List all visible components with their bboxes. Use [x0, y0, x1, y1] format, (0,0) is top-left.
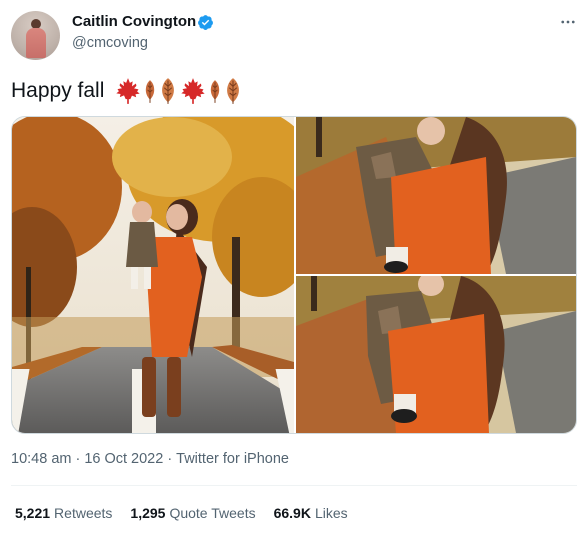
tweet-date[interactable]: 16 Oct 2022: [84, 451, 163, 467]
divider: [11, 485, 577, 486]
maple-leaf-icon: [116, 78, 141, 104]
tweet-media-grid: [11, 116, 577, 434]
likes-stat[interactable]: 66.9K Likes: [274, 505, 348, 521]
author-name[interactable]: Caitlin Covington: [72, 13, 196, 30]
fallen-leaf-icon: [211, 80, 220, 103]
tweet-emojis: [114, 77, 243, 105]
fallen-leaf-icon: [227, 78, 240, 104]
photo-2-image: [296, 117, 576, 274]
tweet-meta: 10:48 am · 16 Oct 2022 · Twitter for iPh…: [11, 451, 289, 467]
retweets-stat[interactable]: 5,221 Retweets: [15, 505, 112, 521]
tweet-time[interactable]: 10:48 am: [11, 451, 71, 467]
more-horizontal-icon: [561, 20, 575, 24]
meta-separator: ·: [75, 451, 81, 467]
retweets-label: Retweets: [54, 505, 113, 521]
tweet-source[interactable]: Twitter for iPhone: [176, 451, 289, 467]
quote-tweets-count: 1,295: [130, 505, 166, 521]
likes-label: Likes: [314, 505, 348, 521]
more-options-button[interactable]: [558, 12, 578, 32]
fallen-leaf-icon: [162, 78, 175, 104]
retweets-count: 5,221: [15, 505, 51, 521]
tweet-photo-2[interactable]: [296, 117, 576, 274]
photo-1-image: [12, 117, 294, 433]
likes-count: 66.9K: [273, 505, 311, 521]
quote-tweets-stat[interactable]: 1,295 Quote Tweets: [130, 505, 255, 521]
tweet-photo-3[interactable]: [296, 276, 576, 433]
tweet-stats: 5,221 Retweets 1,295 Quote Tweets 66.9K …: [15, 505, 348, 521]
author-handle[interactable]: @cmcoving: [72, 35, 148, 51]
tweet-text: Happy fall: [11, 76, 243, 106]
maple-leaf-icon: [181, 78, 206, 104]
tweet-photo-1[interactable]: [12, 117, 294, 433]
fallen-leaf-icon: [146, 80, 155, 103]
meta-separator: ·: [167, 451, 173, 467]
avatar-figure-dress: [26, 28, 46, 58]
quote-tweets-label: Quote Tweets: [169, 505, 256, 521]
author-avatar[interactable]: [11, 11, 60, 60]
tweet-text-body: Happy fall: [11, 79, 105, 102]
verified-badge-icon: [198, 15, 213, 30]
photo-3-image: [296, 276, 576, 433]
